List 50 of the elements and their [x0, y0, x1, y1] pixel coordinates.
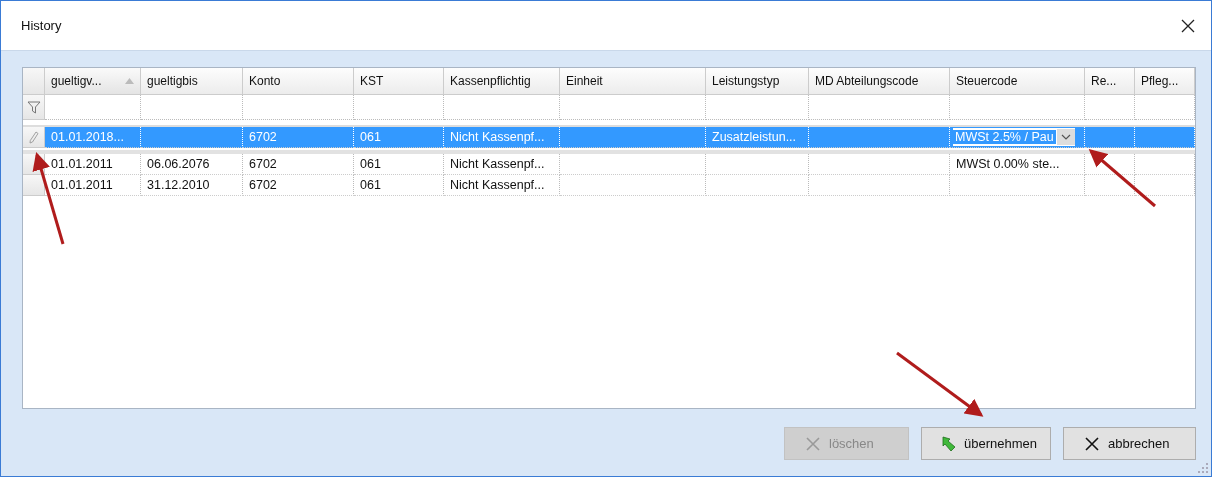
filter-cell[interactable] — [706, 95, 809, 120]
column-header[interactable]: KST — [354, 68, 444, 95]
table-cell: 01.01.2018... — [45, 127, 141, 148]
table-cell: Nicht Kassenpf... — [444, 127, 560, 148]
arrow-icon — [942, 435, 956, 452]
table-cell — [1085, 175, 1135, 196]
row-header[interactable] — [23, 175, 45, 196]
filter-cell[interactable] — [560, 95, 706, 120]
filter-cell[interactable] — [950, 95, 1085, 120]
table-cell: Zusatzleistun... — [706, 127, 809, 148]
table-cell: 31.12.2010 — [141, 175, 243, 196]
dialog-button[interactable]: abbrechen — [1063, 427, 1196, 460]
cross-icon — [805, 435, 821, 452]
table-row[interactable]: 01.01.2011 06.06.2076 6702 061 Nicht Kassenpf... MWSt 0.00% ste... — [23, 150, 1195, 175]
column-header[interactable]: gueltigv... — [45, 68, 141, 95]
column-header[interactable]: Einheit — [560, 68, 706, 95]
table-cell — [1085, 127, 1135, 148]
filter-cell[interactable] — [45, 95, 141, 120]
filter-cell[interactable] — [1085, 95, 1135, 120]
caret-icon[interactable] — [1057, 129, 1075, 145]
column-header[interactable]: Kassenpflichtig — [444, 68, 560, 95]
table-cell: 6702 — [243, 175, 354, 196]
table-cell: 061 — [354, 175, 444, 196]
column-header[interactable]: Pfleg... — [1135, 68, 1195, 95]
dialog-button[interactable]: übernehmen — [921, 427, 1051, 460]
filter-cell[interactable] — [1135, 95, 1195, 120]
annotation-arrow — [1088, 149, 1156, 208]
column-header[interactable]: gueltigbis — [141, 68, 243, 95]
resize-grip-icon[interactable] — [1198, 463, 1208, 473]
column-header[interactable]: Konto — [243, 68, 354, 95]
filter-icon[interactable] — [26, 100, 41, 114]
filter-cell[interactable] — [809, 95, 950, 120]
table-cell: Nicht Kassenpf... — [444, 175, 560, 196]
close-icon[interactable] — [1181, 18, 1195, 33]
filter-cell[interactable] — [354, 95, 444, 120]
filter-cell[interactable] — [444, 95, 560, 120]
sort-arrow-icon — [125, 78, 134, 84]
column-header[interactable]: MD Abteilungscode — [809, 68, 950, 95]
column-header[interactable]: Steuercode — [950, 68, 1085, 95]
cross-icon — [1084, 435, 1100, 452]
window-title: History — [21, 18, 62, 33]
filter-cell[interactable] — [141, 95, 243, 120]
column-header[interactable]: Leistungstyp — [706, 68, 809, 95]
table-cell: 061 — [354, 127, 444, 148]
table-cell — [1135, 175, 1195, 196]
table-cell: 6702 — [243, 127, 354, 148]
filter-cell[interactable] — [243, 95, 354, 120]
table-row[interactable]: 01.01.2011 31.12.2010 6702 061 Nicht Kassenpf... — [23, 175, 1195, 196]
column-header[interactable]: Re... — [1085, 68, 1135, 95]
table-cell: 01.01.2011 — [45, 175, 141, 196]
